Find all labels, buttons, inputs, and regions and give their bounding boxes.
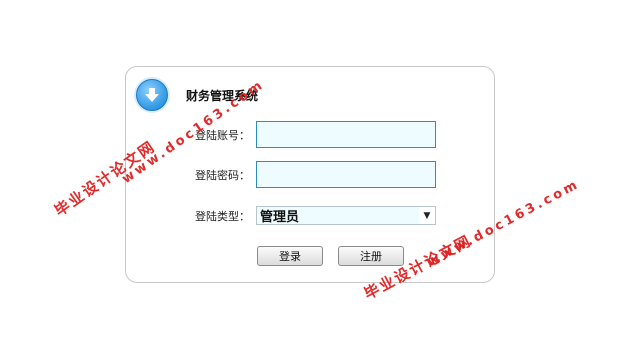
login-type-value: 管理员 [260, 210, 300, 225]
chevron-down-icon[interactable]: ▼ [419, 207, 435, 224]
app-title: 财务管理系统 [186, 88, 259, 103]
login-panel: 财务管理系统 登陆账号： 登陆密码： 登陆类型： 管理员 ▼ 登录 注册 [125, 66, 495, 283]
password-row: 登陆密码： [177, 161, 436, 188]
login-type-select[interactable]: 管理员 ▼ [256, 206, 436, 225]
download-arrow-icon [136, 79, 168, 111]
register-button[interactable]: 注册 [338, 246, 404, 266]
account-input[interactable] [256, 121, 436, 148]
password-input[interactable] [256, 161, 436, 188]
type-label: 登陆类型： [195, 209, 250, 223]
login-button[interactable]: 登录 [257, 246, 323, 266]
account-row: 登陆账号： [177, 121, 436, 148]
type-row: 登陆类型： 管理员 ▼ [177, 206, 436, 225]
account-label: 登陆账号： [195, 128, 250, 142]
header: 财务管理系统 [136, 79, 258, 111]
password-label: 登陆密码： [195, 168, 250, 182]
